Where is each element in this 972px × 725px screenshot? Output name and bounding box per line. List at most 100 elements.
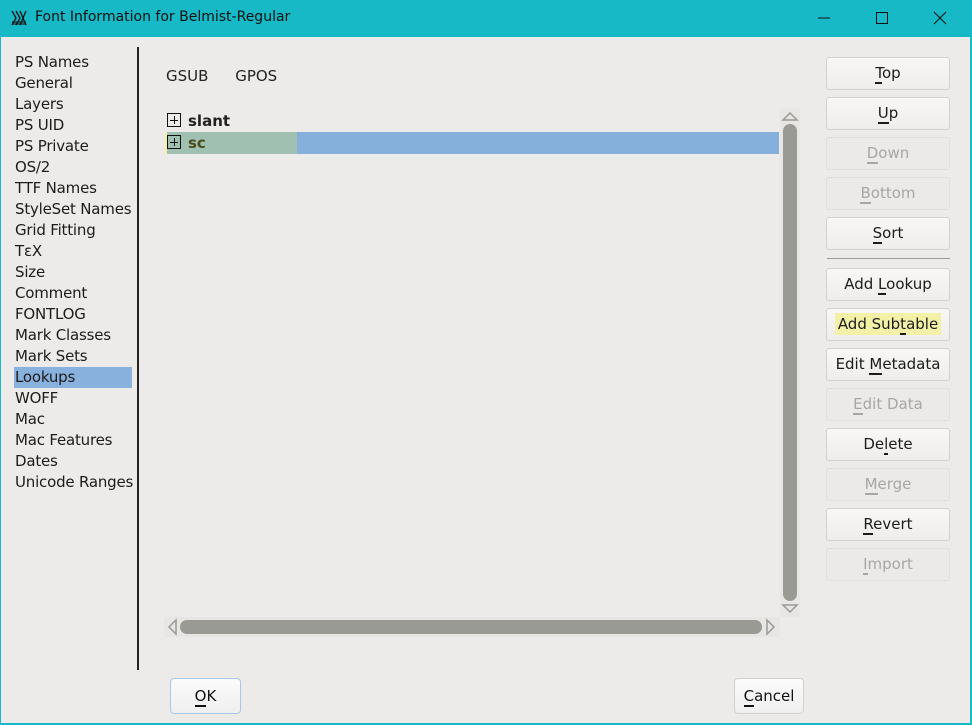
button-label: Revert	[863, 515, 913, 535]
sidebar-item-mark-sets[interactable]: Mark Sets	[14, 346, 139, 367]
import-button[interactable]: Import	[826, 548, 950, 581]
edit-data-button[interactable]: Edit Data	[826, 388, 950, 421]
button-label: Top	[875, 64, 901, 84]
mnemonic: S	[872, 224, 883, 244]
category-list[interactable]: PS Names General Layers PS UID PS Private OS/…	[14, 52, 139, 493]
label-post: p	[888, 104, 899, 122]
label-post: evert	[873, 515, 913, 533]
delete-button[interactable]: Delete	[826, 428, 950, 461]
sidebar-item-ps-private[interactable]: PS Private	[14, 136, 139, 157]
label-pre: De	[863, 435, 885, 453]
sidebar-item-fontlog[interactable]: FONTLOG	[14, 304, 139, 325]
table-tabs: GSUB GPOS	[166, 67, 299, 85]
lookup-label: slant	[188, 112, 231, 130]
sidebar-divider[interactable]	[137, 47, 139, 670]
mnemonic: E	[853, 395, 863, 415]
lookup-tree[interactable]: slant sc	[164, 110, 779, 590]
label-pre: Add Sub	[837, 315, 901, 333]
label-post: ort	[882, 224, 904, 242]
button-label: Import	[863, 555, 913, 575]
mnemonic: M	[864, 475, 878, 495]
sidebar-item-ps-uid[interactable]: PS UID	[14, 115, 139, 136]
up-button[interactable]: Up	[826, 97, 950, 130]
close-icon	[933, 11, 947, 25]
scroll-right-arrow-icon[interactable]	[765, 618, 777, 636]
scroll-up-arrow-icon[interactable]	[781, 110, 799, 122]
mnemonic: U	[877, 104, 889, 124]
lookup-row[interactable]: sc	[164, 132, 779, 154]
button-label: Add Lookup	[844, 275, 932, 295]
label-post: ete	[888, 435, 913, 453]
sort-button[interactable]: Sort	[826, 217, 950, 250]
sidebar-item-size[interactable]: Size	[14, 262, 139, 283]
label-post: able	[906, 315, 939, 333]
sidebar-item-ttf-names[interactable]: TTF Names	[14, 178, 139, 199]
mnemonic: D	[866, 144, 879, 164]
vertical-scroll-thumb[interactable]	[783, 124, 797, 601]
fontforge-app-icon	[11, 10, 27, 26]
mnemonic: M	[869, 355, 883, 375]
label-post: etadata	[882, 355, 941, 373]
down-button[interactable]: Down	[826, 137, 950, 170]
revert-button[interactable]: Revert	[826, 508, 950, 541]
edit-metadata-button[interactable]: Edit Metadata	[826, 348, 950, 381]
scroll-down-arrow-icon[interactable]	[781, 603, 799, 615]
lookup-row[interactable]: slant	[164, 110, 779, 132]
maximize-icon	[876, 12, 888, 24]
label-post: op	[881, 64, 901, 82]
scroll-left-arrow-icon[interactable]	[166, 618, 178, 636]
sidebar-item-ps-names[interactable]: PS Names	[14, 52, 139, 73]
minimize-button[interactable]	[801, 0, 847, 37]
label-pre: Edit	[835, 355, 870, 373]
tab-gpos[interactable]: GPOS	[235, 67, 277, 85]
label-post: ookup	[886, 275, 932, 293]
expand-plus-icon[interactable]	[167, 113, 181, 127]
title-bar: Font Information for Belmist-Regular	[0, 0, 972, 37]
button-label: Delete	[863, 435, 913, 455]
sidebar-item-lookups[interactable]: Lookups	[14, 367, 132, 388]
ok-label-post: K	[206, 687, 217, 705]
button-label: Up	[877, 104, 899, 124]
sidebar-item-mark-classes[interactable]: Mark Classes	[14, 325, 139, 346]
sidebar-item-styleset-names[interactable]: StyleSet Names	[14, 199, 139, 220]
sidebar-item-woff[interactable]: WOFF	[14, 388, 139, 409]
button-separator	[827, 258, 950, 259]
mnemonic: B	[860, 184, 871, 204]
lookup-label: sc	[188, 134, 206, 152]
horizontal-scroll-thumb[interactable]	[180, 620, 762, 634]
sidebar-item-unicode-ranges[interactable]: Unicode Ranges	[14, 472, 139, 493]
sidebar-item-dates[interactable]: Dates	[14, 451, 139, 472]
window-title: Font Information for Belmist-Regular	[35, 9, 291, 25]
tab-gsub[interactable]: GSUB	[166, 67, 208, 85]
merge-button[interactable]: Merge	[826, 468, 950, 501]
sidebar-item-t-x[interactable]: TεX	[14, 241, 139, 262]
button-label: Edit Metadata	[835, 355, 941, 375]
horizontal-scrollbar[interactable]	[164, 617, 780, 637]
sidebar-item-grid-fitting[interactable]: Grid Fitting	[14, 220, 139, 241]
button-label: Bottom	[860, 184, 916, 204]
sidebar-item-mac-features[interactable]: Mac Features	[14, 430, 139, 451]
label-post: ottom	[870, 184, 916, 202]
sidebar-item-layers[interactable]: Layers	[14, 94, 139, 115]
sidebar-item-mac[interactable]: Mac	[14, 409, 139, 430]
button-label: Merge	[864, 475, 911, 495]
maximize-button[interactable]	[859, 0, 905, 37]
sidebar-item-os-2[interactable]: OS/2	[14, 157, 139, 178]
add-subtable-button[interactable]: Add Subtable	[826, 308, 950, 341]
cancel-button[interactable]: Cancel	[734, 678, 804, 714]
label-post: dit Data	[862, 395, 923, 413]
sidebar-item-general[interactable]: General	[14, 73, 139, 94]
expand-plus-icon[interactable]	[167, 135, 181, 149]
add-lookup-button[interactable]: Add Lookup	[826, 268, 950, 301]
close-button[interactable]	[917, 0, 963, 37]
top-button[interactable]: Top	[826, 57, 950, 90]
sidebar-item-comment[interactable]: Comment	[14, 283, 139, 304]
vertical-scrollbar[interactable]	[780, 108, 800, 617]
minimize-icon	[818, 17, 830, 19]
cancel-mnemonic: C	[743, 687, 755, 707]
ok-button[interactable]: OK	[170, 678, 241, 714]
ok-mnemonic: O	[194, 687, 207, 707]
bottom-button[interactable]: Bottom	[826, 177, 950, 210]
mnemonic: L	[878, 275, 887, 295]
font-info-window: Font Information for Belmist-Regular PS …	[0, 0, 972, 725]
